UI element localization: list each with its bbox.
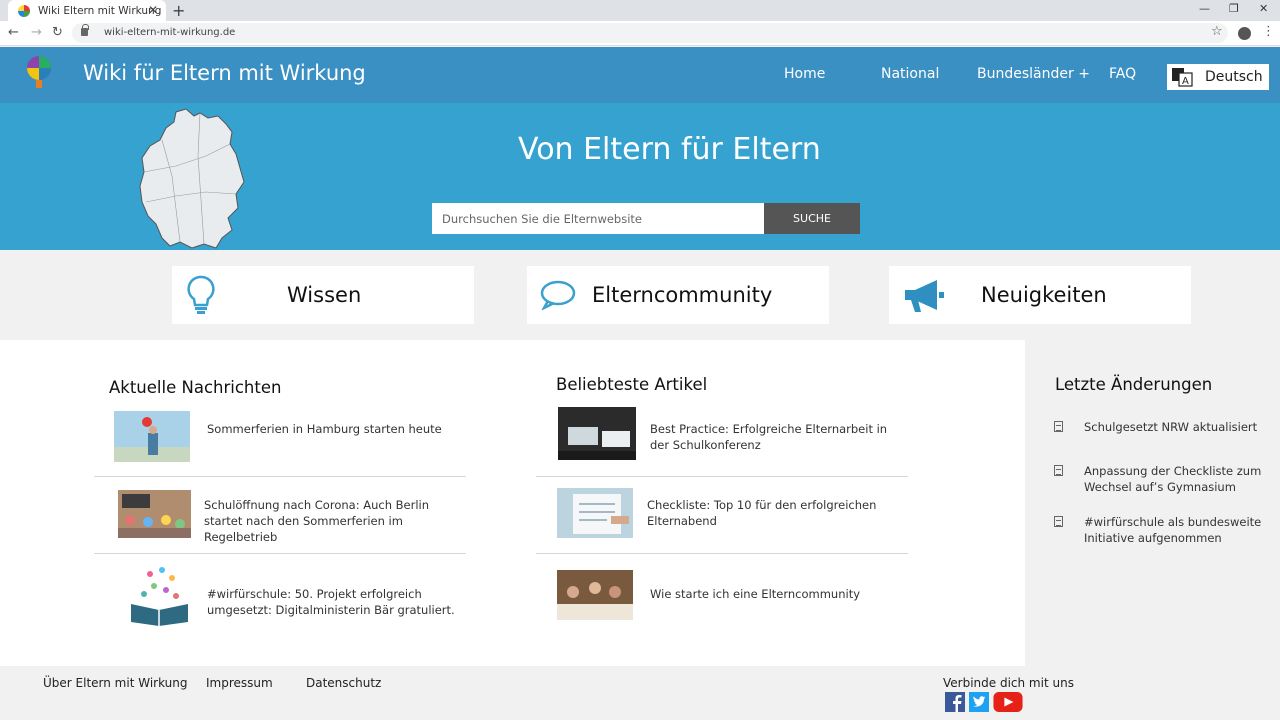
main-content: Aktuelle Nachrichten Sommerferien in Ham… (0, 340, 1025, 666)
news-thumb-image (131, 567, 188, 626)
divider (536, 553, 908, 554)
footer-link-datenschutz[interactable]: Datenschutz (306, 676, 381, 690)
site-title[interactable]: Wiki für Eltern mit Wirkung (83, 61, 366, 85)
site-favicon-icon (18, 4, 30, 17)
browser-menu-icon[interactable]: ⋮ (1262, 24, 1275, 39)
back-button[interactable]: ← (8, 25, 19, 40)
news-item-text[interactable]: #wirfürschule: 50. Projekt erfolgreich u… (207, 586, 457, 618)
browser-tab[interactable]: Wiki Eltern mit Wirkung ✕ (8, 0, 166, 21)
nav-bundeslaender[interactable]: Bundesländer + (977, 66, 1090, 82)
germany-map-icon (139, 108, 245, 249)
document-icon (1054, 421, 1063, 432)
close-window-button[interactable]: ✕ (1259, 2, 1268, 15)
card-neuigkeiten[interactable]: Neuigkeiten (889, 266, 1191, 324)
nav-faq[interactable]: FAQ (1109, 66, 1136, 82)
popular-title: Beliebteste Artikel (556, 375, 708, 394)
news-thumb-image (118, 490, 191, 538)
address-bar-row: ← → ↻ wiki-eltern-mit-wirkung.de ☆ ⋮ (0, 21, 1280, 46)
card-elterncommunity[interactable]: Elterncommunity (527, 266, 829, 324)
tab-close-icon[interactable]: ✕ (148, 3, 158, 17)
divider (536, 476, 908, 477)
news-title: Aktuelle Nachrichten (109, 378, 282, 397)
restore-button[interactable]: ❐ (1229, 2, 1239, 15)
forward-button[interactable]: → (31, 25, 42, 40)
news-item-text[interactable]: Sommerferien in Hamburg starten heute (207, 421, 457, 437)
hero-section: Von Eltern für Eltern SUCHE (0, 103, 1280, 250)
new-tab-button[interactable]: + (172, 1, 185, 20)
divider (94, 476, 466, 477)
site-footer: Über Eltern mit Wirkung Impressum Datens… (0, 666, 1280, 720)
account-icon[interactable] (1238, 27, 1251, 40)
news-item-text[interactable]: Schulöffnung nach Corona: Auch Berlin st… (204, 497, 466, 545)
change-item-text[interactable]: Schulgesetzt NRW aktualisiert (1084, 419, 1274, 435)
social-title: Verbinde dich mit uns (943, 676, 1074, 690)
changes-title: Letzte Änderungen (1055, 375, 1213, 394)
recent-changes-sidebar: Letzte Änderungen Schulgesetzt NRW aktua… (1025, 340, 1280, 666)
footer-link-about[interactable]: Über Eltern mit Wirkung (43, 676, 188, 690)
footer-link-impressum[interactable]: Impressum (206, 676, 273, 690)
category-cards: Wissen Elterncommunity Neuigkeiten (0, 250, 1280, 340)
youtube-icon[interactable] (992, 692, 1024, 712)
document-icon (1054, 465, 1063, 476)
divider (94, 553, 466, 554)
card-label-neuigkeiten: Neuigkeiten (981, 283, 1107, 307)
speech-bubble-icon (540, 280, 576, 310)
change-item-text[interactable]: #wirfürschule als bundesweite Initiative… (1084, 514, 1274, 546)
lightbulb-icon (187, 275, 215, 314)
bookmark-star-icon[interactable]: ☆ (1211, 24, 1223, 39)
article-thumb-image (558, 407, 636, 460)
card-wissen[interactable]: Wissen (172, 266, 474, 324)
article-thumb-image (557, 570, 633, 620)
url-text[interactable]: wiki-eltern-mit-wirkung.de (104, 27, 235, 38)
news-thumb-image (114, 411, 190, 462)
twitter-icon[interactable] (969, 692, 989, 712)
lock-icon (81, 24, 89, 36)
nav-national[interactable]: National (881, 66, 939, 82)
site-logo-icon[interactable] (26, 55, 52, 91)
omnibox[interactable]: wiki-eltern-mit-wirkung.de (72, 23, 1228, 43)
search-input[interactable] (432, 203, 764, 234)
hero-title: Von Eltern für Eltern (518, 132, 821, 167)
megaphone-icon (905, 280, 944, 312)
translate-icon: A (1172, 68, 1193, 87)
popular-item-text[interactable]: Checkliste: Top 10 für den erfolgreichen… (647, 497, 902, 529)
language-label: Deutsch (1205, 69, 1263, 85)
article-thumb-image (557, 488, 633, 538)
change-item-text[interactable]: Anpassung der Checkliste zum Wechsel auf… (1084, 463, 1274, 495)
facebook-icon[interactable] (945, 692, 965, 712)
card-label-wissen: Wissen (287, 283, 362, 307)
minimize-button[interactable]: — (1199, 2, 1210, 15)
language-selector[interactable]: A Deutsch (1167, 64, 1269, 90)
nav-home[interactable]: Home (784, 66, 825, 82)
svg-text:A: A (1182, 76, 1189, 87)
tab-title: Wiki Eltern mit Wirkung (38, 4, 162, 17)
site-header: Wiki für Eltern mit Wirkung Home Nationa… (0, 47, 1280, 103)
document-icon (1054, 516, 1063, 527)
browser-tabstrip: Wiki Eltern mit Wirkung ✕ + — ❐ ✕ (0, 0, 1280, 21)
popular-item-text[interactable]: Wie starte ich eine Elterncommunity (650, 586, 905, 602)
reload-button[interactable]: ↻ (52, 25, 63, 40)
card-label-elterncommunity: Elterncommunity (592, 283, 773, 307)
search-button[interactable]: SUCHE (764, 203, 860, 234)
popular-item-text[interactable]: Best Practice: Erfolgreiche Elternarbeit… (650, 421, 905, 453)
